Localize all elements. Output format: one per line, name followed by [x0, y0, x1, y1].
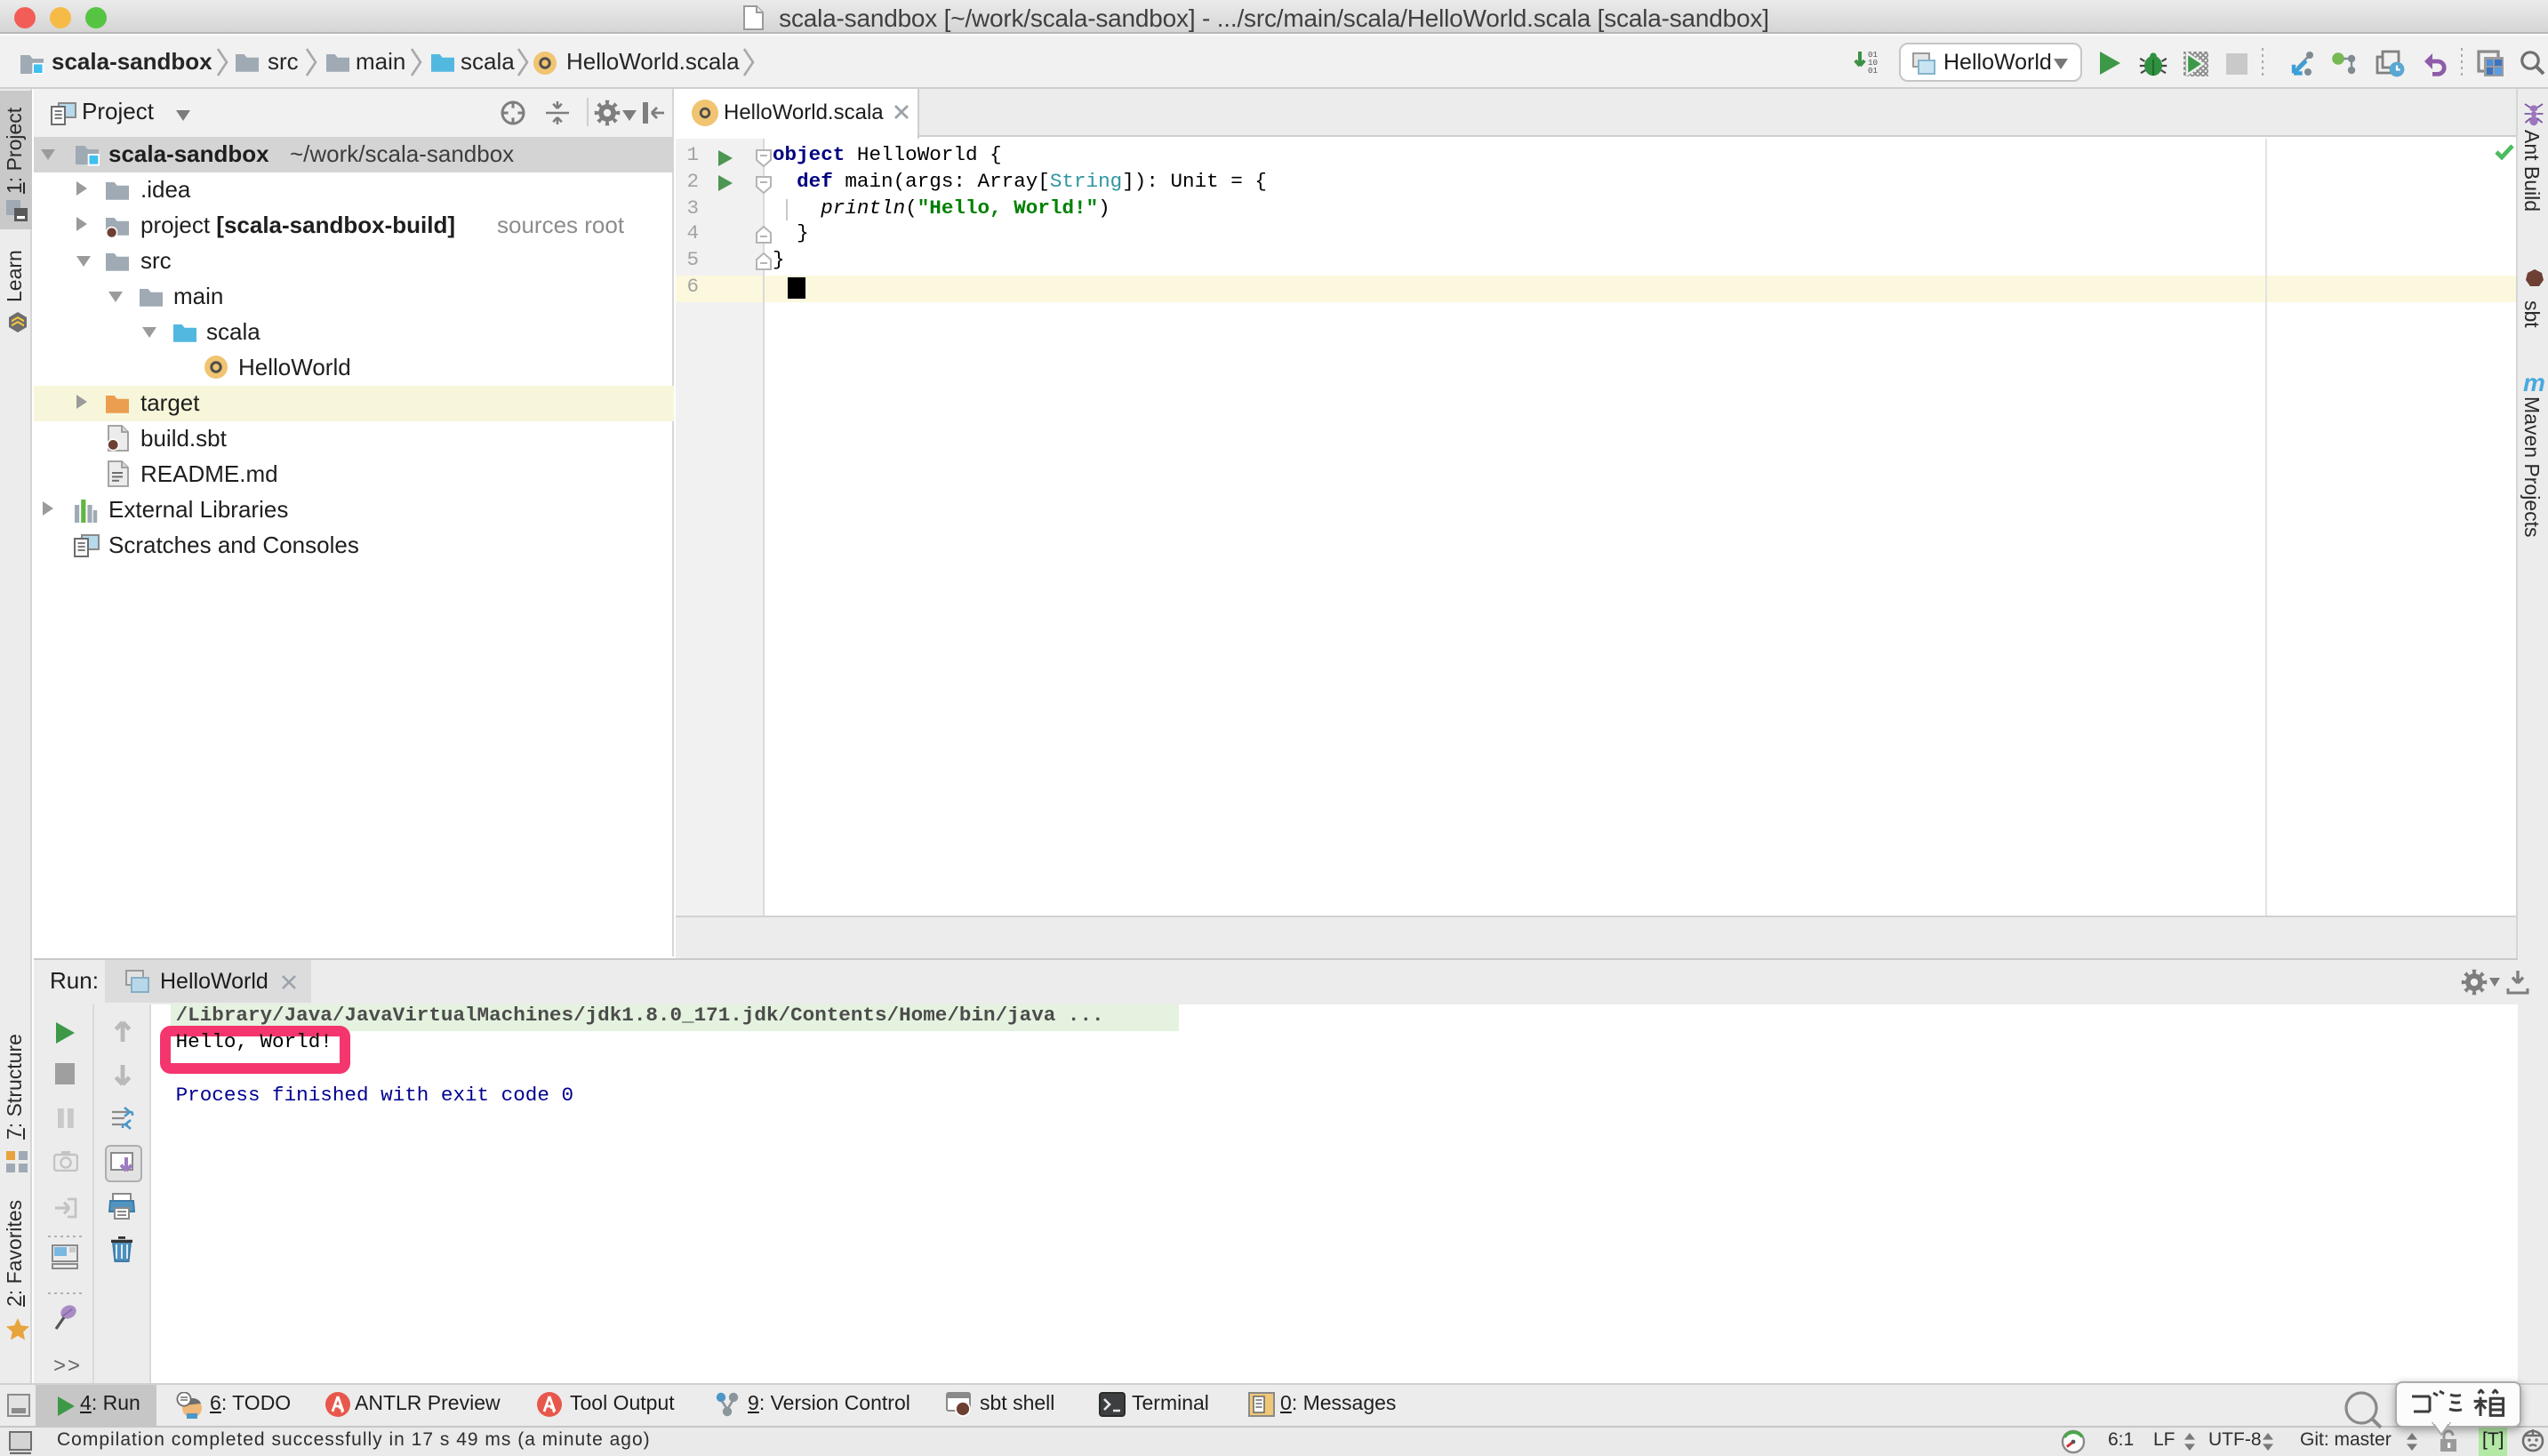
svg-text:01: 01: [1868, 66, 1879, 76]
